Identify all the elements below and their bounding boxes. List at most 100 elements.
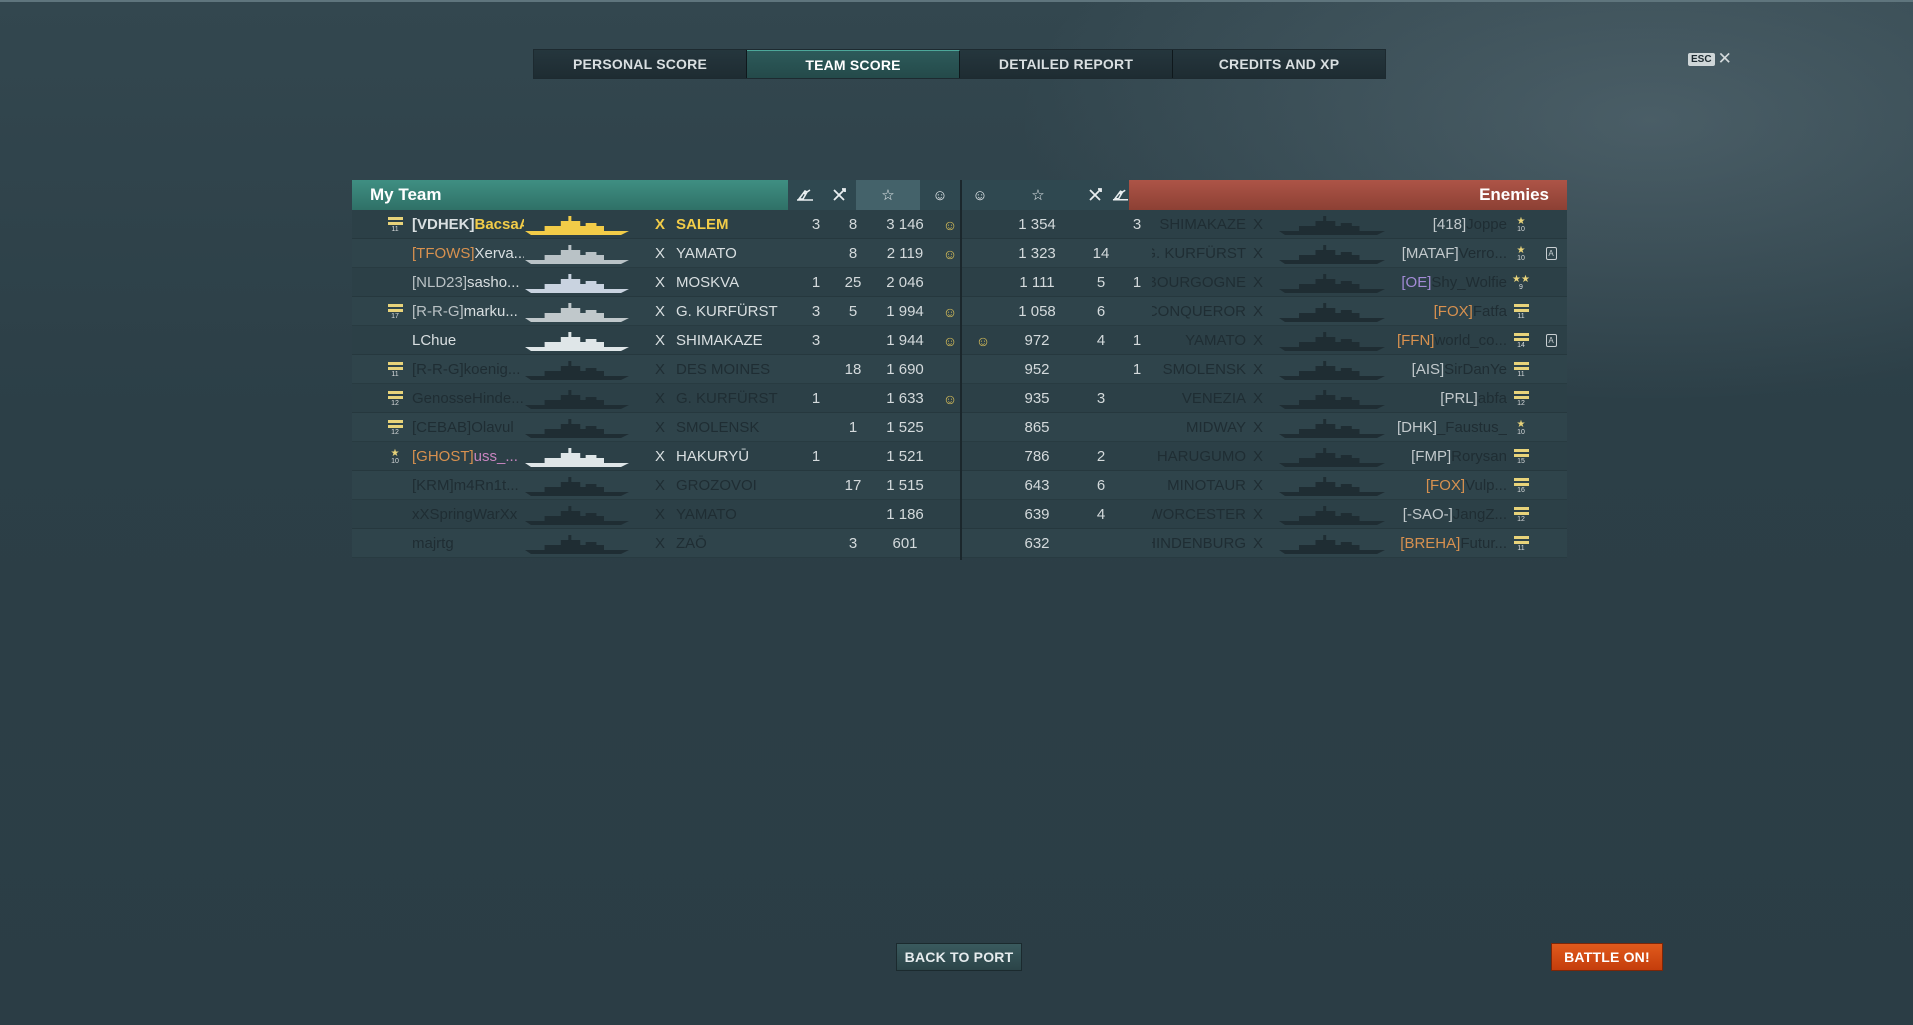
player-name[interactable]: [R-R-G] marku... bbox=[412, 297, 524, 326]
kills: 8 bbox=[848, 245, 858, 262]
player-name[interactable]: [GHOST] uss_... bbox=[412, 442, 524, 471]
enemy-ship-silhouette-icon bbox=[1277, 326, 1397, 355]
planes-destroyed: 1 bbox=[811, 274, 821, 291]
ribbon-column-icon: ☺ bbox=[920, 180, 960, 210]
kills bbox=[835, 326, 871, 355]
enemy-ship-silhouette-icon bbox=[1277, 500, 1397, 529]
enemy-kills: 2 bbox=[1096, 448, 1106, 465]
enemy-rank-insignia: 12 bbox=[1512, 384, 1530, 413]
ship-silhouette-icon bbox=[523, 326, 631, 355]
planes-destroyed: 3 bbox=[811, 303, 821, 320]
enemy-player-nick: SirDanYe bbox=[1444, 361, 1507, 378]
enemy-score: 1 111 bbox=[1019, 274, 1055, 291]
enemy-kills-column-icon bbox=[1078, 180, 1112, 210]
ribbon-icon: ☺ bbox=[942, 332, 958, 349]
enemy-destroyed-mark: X bbox=[1252, 303, 1263, 320]
enemy-player-name[interactable]: [OE] Shy_Wolfie bbox=[1397, 268, 1507, 297]
enemy-destroyed-mark: X bbox=[1252, 419, 1263, 436]
star-icon: ★ bbox=[1516, 418, 1526, 430]
enemy-clan-tag: [FOX] bbox=[1425, 477, 1466, 494]
enemy-ship-name: SMOLENSK bbox=[1162, 361, 1246, 378]
enemy-ribbon-icon bbox=[969, 413, 997, 442]
ship-silhouette-icon bbox=[523, 239, 631, 268]
star-icon: ★ bbox=[1516, 244, 1526, 256]
top-border bbox=[0, 0, 1913, 2]
player-name[interactable]: [R-R-G] koenig... bbox=[412, 355, 524, 384]
enemy-destroyed-mark: X bbox=[1252, 535, 1263, 552]
team-score-board: My Team ☆ ☺ ☺ ☆ Enemies 11 [VDHEK]BacsaA… bbox=[352, 180, 1567, 560]
enemy-planes: 3 bbox=[1132, 216, 1142, 233]
tab-detailed-report[interactable]: DETAILED REPORT bbox=[960, 50, 1173, 78]
enemy-player-name[interactable]: [DHK] _Faustus_ bbox=[1397, 413, 1507, 442]
battle-on-button[interactable]: BATTLE ON! bbox=[1551, 943, 1663, 971]
enemy-player-name[interactable]: [PRL] abfa bbox=[1397, 384, 1507, 413]
planes-destroyed bbox=[801, 471, 831, 500]
ship-name: DES MOINES bbox=[676, 361, 771, 378]
enemy-ship-silhouette-icon bbox=[1277, 210, 1397, 239]
close-button[interactable]: ESC ✕ bbox=[1688, 50, 1732, 67]
enemy-planes bbox=[1125, 413, 1149, 442]
player-nick: uss_... bbox=[473, 448, 518, 465]
rank-insignia: 17 bbox=[386, 297, 404, 326]
kills: 17 bbox=[844, 477, 862, 494]
ribbon-icon bbox=[940, 442, 960, 471]
player-name[interactable]: majrtg bbox=[412, 529, 524, 558]
enemy-player-nick: world_co... bbox=[1434, 332, 1507, 349]
tab-personal-score[interactable]: PERSONAL SCORE bbox=[534, 50, 747, 78]
enemy-ship-name: MIDWAY bbox=[1186, 419, 1246, 436]
enemy-player-name[interactable]: [FMP] Rorysan bbox=[1397, 442, 1507, 471]
enemy-player-name[interactable]: [418] Joppe bbox=[1397, 210, 1507, 239]
player-name[interactable]: [CEBAB] Olavul bbox=[412, 413, 524, 442]
player-name[interactable]: [VDHEK]BacsaA bbox=[412, 210, 524, 239]
destroyed-mark: X bbox=[654, 477, 665, 494]
enemy-player-nick: Vulp... bbox=[1465, 477, 1507, 494]
tab-credits-and-xp[interactable]: CREDITS AND XP bbox=[1173, 50, 1385, 78]
enemy-planes bbox=[1125, 297, 1149, 326]
tab-team-score[interactable]: TEAM SCORE bbox=[747, 50, 960, 78]
ship-silhouette-icon bbox=[523, 413, 631, 442]
enemy-player-name[interactable]: [FFN] world_co... bbox=[1397, 326, 1507, 355]
player-name[interactable]: [TFOWS] Xerva... bbox=[412, 239, 524, 268]
enemy-destroyed-mark: X bbox=[1252, 390, 1263, 407]
player-nick: majrtg bbox=[412, 535, 454, 552]
enemy-player-name[interactable]: [AIS] SirDanYe bbox=[1397, 355, 1507, 384]
ribbon-icon bbox=[940, 268, 960, 297]
enemy-player-nick: Joppe bbox=[1466, 216, 1507, 233]
clan-tag: [R-R-G] bbox=[412, 303, 464, 320]
enemy-player-name[interactable]: [BREHA] Futur... bbox=[1397, 529, 1507, 558]
enemy-planes bbox=[1125, 239, 1149, 268]
base-xp-score: 1 633 bbox=[886, 390, 924, 407]
enemy-player-name[interactable]: [-SAO-] JangZ... bbox=[1397, 500, 1507, 529]
player-name[interactable]: [NLD23] sasho... bbox=[412, 268, 524, 297]
enemy-planes: 1 bbox=[1132, 274, 1142, 291]
enemy-kills: 14 bbox=[1092, 245, 1110, 262]
enemy-player-name[interactable]: [FOX] Fatfa bbox=[1397, 297, 1507, 326]
player-name[interactable]: GenosseHinde... bbox=[412, 384, 524, 413]
enemy-player-name[interactable]: [FOX] Vulp... bbox=[1397, 471, 1507, 500]
clan-tag: [CEBAB] bbox=[412, 419, 472, 436]
ribbon-icon bbox=[940, 413, 960, 442]
ship-silhouette-icon bbox=[523, 210, 631, 239]
ribbon-icon: ☺ bbox=[942, 216, 958, 233]
enemy-player-nick: Shy_Wolfie bbox=[1431, 274, 1507, 291]
ship-silhouette-icon bbox=[523, 384, 631, 413]
player-name[interactable]: LChue bbox=[412, 326, 524, 355]
clan-tag: [VDHEK] bbox=[412, 216, 475, 233]
kills: 8 bbox=[848, 216, 858, 233]
enemy-player-name[interactable]: [MATAF] Verro... bbox=[1397, 239, 1507, 268]
enemy-rank-insignia: 11 bbox=[1512, 529, 1530, 558]
enemy-ship-name: MINOTAUR bbox=[1167, 477, 1246, 494]
enemy-score: 632 bbox=[1024, 535, 1050, 552]
clan-tag: [KRM] bbox=[412, 477, 454, 494]
division-badge: A bbox=[1544, 326, 1558, 355]
player-name[interactable]: [KRM] m4Rn1t... bbox=[412, 471, 524, 500]
enemy-score: 1 058 bbox=[1018, 303, 1056, 320]
ribbon-icon bbox=[940, 500, 960, 529]
enemy-planes bbox=[1125, 442, 1149, 471]
back-to-port-button[interactable]: BACK TO PORT bbox=[896, 943, 1022, 971]
player-name[interactable]: xXSpringWarXx bbox=[412, 500, 524, 529]
enemy-planes: 1 bbox=[1132, 332, 1142, 349]
destroyed-mark: X bbox=[654, 245, 665, 262]
enemy-rank-insignia: 12 bbox=[1512, 500, 1530, 529]
planes-destroyed bbox=[801, 355, 831, 384]
